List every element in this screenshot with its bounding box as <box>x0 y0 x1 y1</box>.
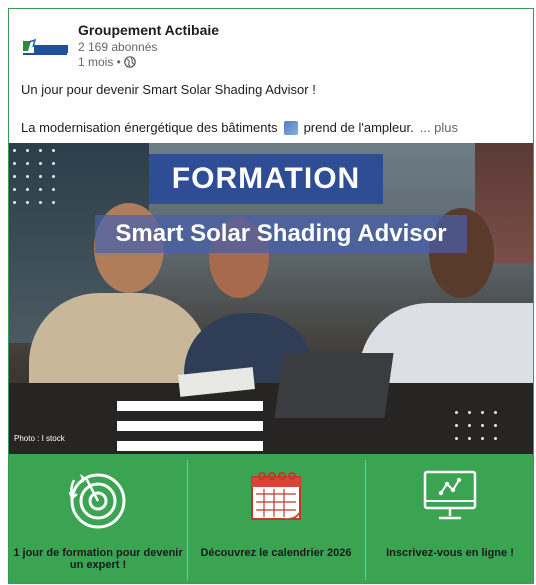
calendar-icon <box>251 472 301 520</box>
post-text-line2-start: La modernisation énergétique des bâtimen… <box>21 120 278 135</box>
photo-laptop <box>274 353 394 418</box>
image-title: FORMATION <box>171 162 361 195</box>
feature-calendar: Découvrez le calendrier 2026 <box>187 454 365 583</box>
building-emoji-icon <box>283 120 298 135</box>
redaction-bars <box>117 401 263 454</box>
redaction-bar <box>117 401 263 411</box>
feature-label: Découvrez le calendrier 2026 <box>200 547 352 559</box>
follower-count: 2 169 abonnés <box>78 40 158 54</box>
post-text-line2-end: prend de l'ampleur. <box>303 120 414 135</box>
post-meta: 1 mois • <box>78 55 136 69</box>
author-name[interactable]: Groupement Actibaie <box>78 22 219 38</box>
features-banner: 1 jour de formation pour devenir un expe… <box>9 454 533 583</box>
company-logo[interactable] <box>21 37 69 57</box>
post-time: 1 mois • <box>78 55 121 69</box>
feature-training: 1 jour de formation pour devenir un expe… <box>9 454 187 583</box>
feature-label: Inscrivez-vous en ligne ! <box>386 547 514 559</box>
photo-credit: Photo : I stock <box>14 434 65 443</box>
image-subtitle: Smart Solar Shading Advisor <box>115 220 447 247</box>
post-text-line1: Un jour pour devenir Smart Solar Shading… <box>21 82 316 97</box>
see-more-link[interactable]: ... plus <box>420 120 458 135</box>
decor-dots-bottom-right <box>455 411 497 440</box>
post-image[interactable]: FORMATION Smart Solar Shading Advisor Ph… <box>9 143 533 454</box>
globe-icon <box>124 56 136 68</box>
post-header: Groupement Actibaie 2 169 abonnés 1 mois… <box>9 9 533 79</box>
target-icon <box>68 473 126 529</box>
redaction-bar <box>117 441 263 451</box>
feature-label: 1 jour de formation pour devenir un expe… <box>13 547 183 571</box>
post-card: Groupement Actibaie 2 169 abonnés 1 mois… <box>8 8 534 584</box>
post-text-line2: La modernisation énergétique des bâtimen… <box>21 120 458 135</box>
decor-dots-top-left <box>13 149 55 204</box>
computer-icon <box>423 470 477 520</box>
feature-signup: Inscrivez-vous en ligne ! <box>365 454 533 583</box>
redaction-bar <box>117 421 263 431</box>
